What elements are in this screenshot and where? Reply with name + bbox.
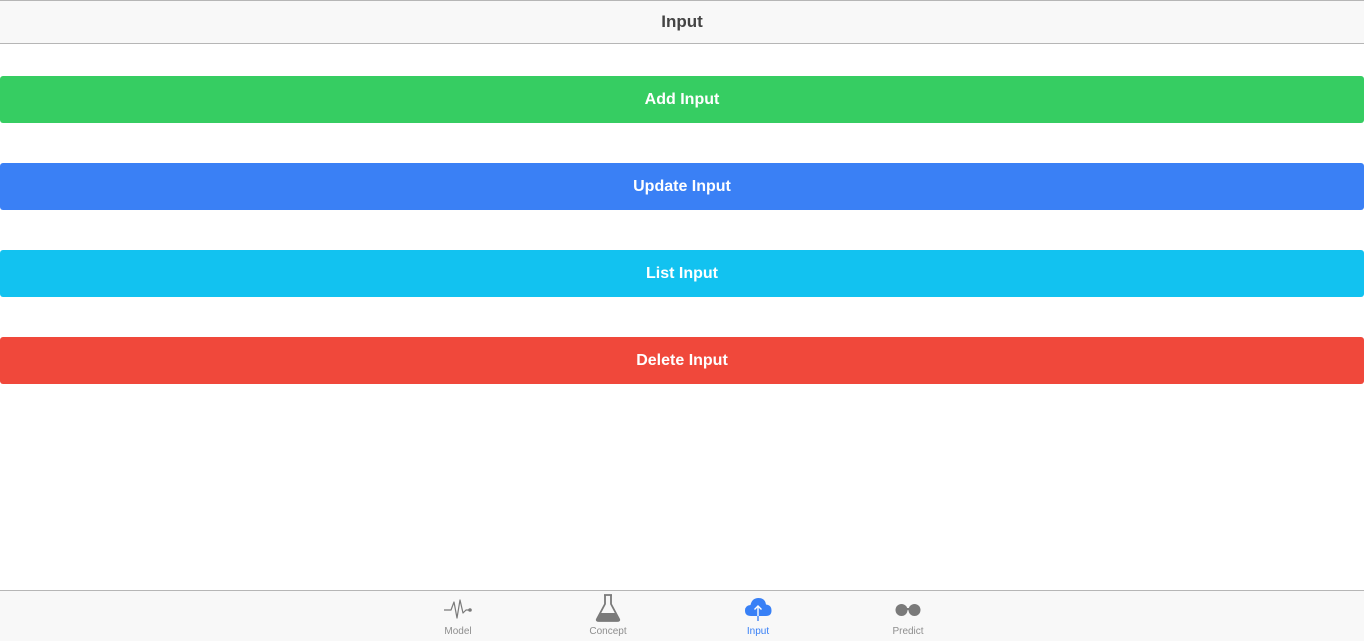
glasses-icon (892, 593, 924, 623)
flask-icon (592, 593, 624, 623)
delete-input-button[interactable]: Delete Input (0, 337, 1364, 384)
cloud-upload-icon (742, 593, 774, 623)
navigation-bar: Input (0, 0, 1364, 44)
add-input-button[interactable]: Add Input (0, 76, 1364, 123)
tab-model-label: Model (444, 626, 472, 637)
update-input-button[interactable]: Update Input (0, 163, 1364, 210)
tab-input-label: Input (746, 626, 770, 637)
tab-input[interactable]: Input (708, 591, 808, 641)
pulse-icon (442, 593, 474, 623)
tab-model[interactable]: Model (408, 591, 508, 641)
app-screen: Input Add Input Update Input List Input … (0, 0, 1364, 641)
tab-bar: Model Concept Input Predict (0, 590, 1364, 641)
tab-concept[interactable]: Concept (558, 591, 658, 641)
tab-predict[interactable]: Predict (858, 591, 958, 641)
tab-predict-label: Predict (892, 626, 924, 637)
page-title: Input (661, 12, 703, 31)
tab-concept-label: Concept (589, 626, 627, 637)
list-input-button[interactable]: List Input (0, 250, 1364, 297)
